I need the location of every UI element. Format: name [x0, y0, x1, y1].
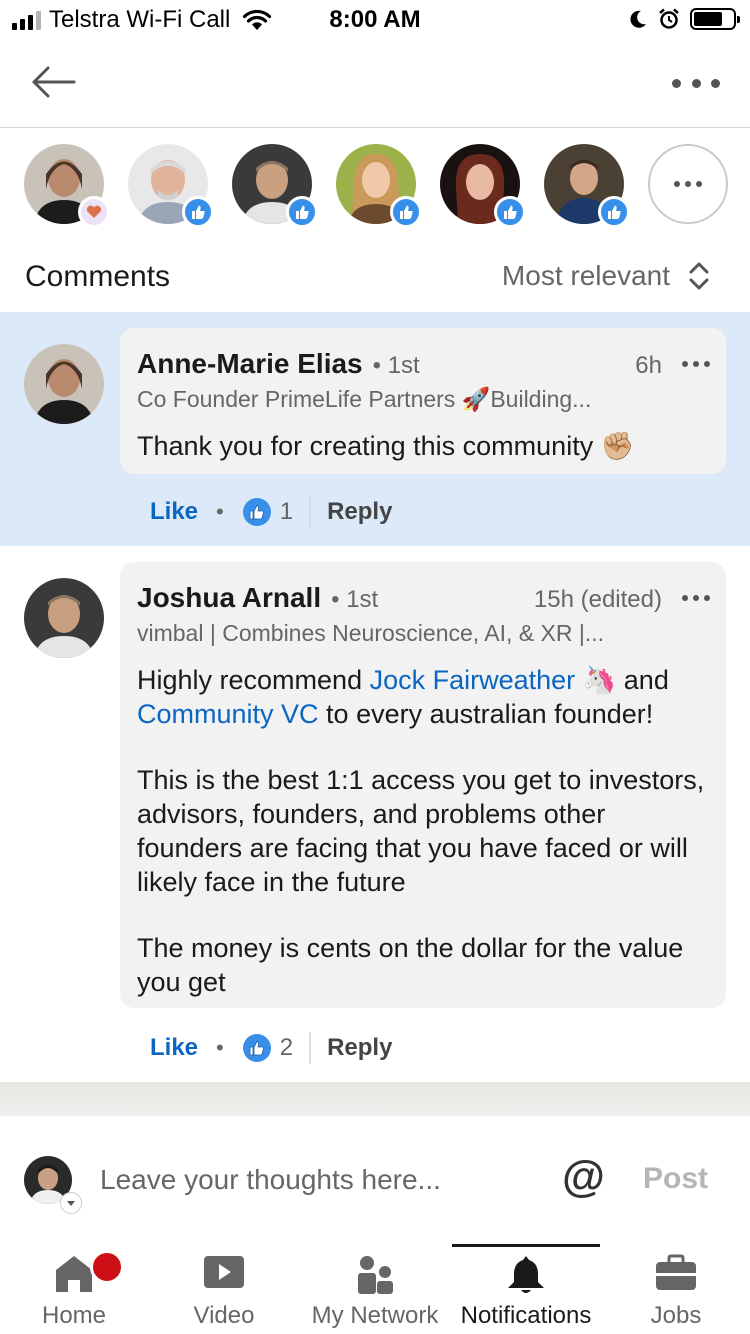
like-count: 2: [279, 1034, 294, 1061]
tab-label: Notifications: [460, 1302, 592, 1329]
love-icon: [78, 196, 110, 228]
comment-actions: Like • 1 Reply: [150, 492, 392, 532]
reactor-avatar[interactable]: [232, 144, 318, 228]
more-reactions-button[interactable]: [648, 144, 728, 224]
comment-item: Anne-Marie Elias • 1st 6h Co Founder Pri…: [0, 312, 750, 546]
tab-label: Video: [193, 1302, 255, 1329]
comment-time: 15h (edited): [533, 586, 662, 613]
comment-author[interactable]: Joshua Arnall: [137, 582, 321, 614]
home-icon: [56, 1256, 92, 1292]
network-icon: [358, 1256, 393, 1294]
reactor-avatar[interactable]: [128, 144, 214, 228]
avatar[interactable]: [24, 578, 104, 658]
more-options-button[interactable]: [672, 68, 720, 98]
comment-header: Joshua Arnall • 1st 15h (edited): [137, 582, 710, 614]
comment-time: 6h: [635, 352, 662, 379]
sort-label: Most relevant: [501, 260, 670, 291]
connection-degree: • 1st: [372, 352, 420, 379]
status-right: [628, 8, 740, 30]
tab-label: My Network: [311, 1302, 439, 1329]
text-segment: to every australian founder!: [318, 699, 654, 729]
tab-video[interactable]: Video: [150, 1238, 298, 1334]
like-icon: [598, 196, 630, 228]
mention-link[interactable]: Community VC: [137, 699, 319, 729]
like-icon: [182, 196, 214, 228]
video-icon: [204, 1256, 244, 1288]
comment-bubble: Anne-Marie Elias • 1st 6h Co Founder Pri…: [120, 328, 726, 474]
like-icon: [286, 196, 318, 228]
back-button[interactable]: [30, 60, 80, 104]
bottom-tab-bar: Home Video My Network Notifications Jobs: [0, 1238, 750, 1334]
status-bar: Telstra Wi-Fi Call 8:00 AM: [0, 0, 750, 40]
bell-icon: [508, 1256, 544, 1293]
top-navigation: [0, 40, 750, 128]
notification-badge: [90, 1250, 124, 1284]
tab-label: Jobs: [650, 1302, 702, 1329]
avatar[interactable]: [24, 344, 104, 424]
comment-options-button[interactable]: [682, 595, 710, 601]
identity-switch-button[interactable]: [60, 1192, 82, 1214]
reactor-avatar[interactable]: [440, 144, 526, 228]
author-headline: vimbal | Combines Neuroscience, AI, & XR…: [137, 620, 605, 646]
tab-my-network[interactable]: My Network: [300, 1238, 450, 1334]
action-divider: [309, 496, 312, 528]
action-divider: [309, 1032, 312, 1064]
alarm-icon: [659, 8, 679, 29]
briefcase-icon: [656, 1254, 696, 1290]
like-count: 1: [279, 498, 294, 525]
tab-notifications[interactable]: Notifications: [452, 1238, 600, 1334]
connection-degree: • 1st: [331, 586, 379, 613]
comment-actions: Like • 2 Reply: [150, 1028, 392, 1068]
separator-dot: •: [216, 499, 224, 524]
comment-paragraph: The money is cents on the dollar for the…: [137, 933, 684, 997]
like-reaction-icon: [242, 1034, 271, 1062]
tab-jobs[interactable]: Jobs: [602, 1238, 750, 1334]
comment-paragraph: This is the best 1:1 access you get to i…: [137, 765, 705, 897]
comment-text: Highly recommend Jock Fairweather 🦄 and C…: [137, 663, 710, 999]
comment-compose-bar: @ Post: [0, 1116, 750, 1238]
comment-paragraph: Highly recommend Jock Fairweather 🦄 and C…: [137, 663, 710, 731]
like-button[interactable]: Like: [150, 1034, 198, 1062]
mention-link[interactable]: Jock Fairweather: [370, 665, 576, 695]
sort-chevrons-icon: [689, 262, 709, 290]
battery-icon: [690, 8, 740, 30]
reply-button[interactable]: Reply: [327, 498, 392, 526]
comments-title: Comments: [25, 260, 171, 293]
sort-dropdown[interactable]: Most relevant: [502, 260, 710, 292]
comments-header: Comments Most relevant: [0, 240, 750, 312]
text-segment: 🦄 and: [575, 665, 669, 695]
comment-bubble: Joshua Arnall • 1st 15h (edited) vimbal …: [120, 562, 726, 1008]
reactor-avatar[interactable]: [544, 144, 630, 228]
reactions-row: [24, 144, 734, 228]
text-segment: Highly recommend: [137, 665, 370, 695]
comment-text: Thank you for creating this community ✊🏼: [137, 431, 635, 461]
like-icon: [390, 196, 422, 228]
comment-header: Anne-Marie Elias • 1st 6h: [137, 348, 710, 380]
post-button[interactable]: Post: [643, 1162, 708, 1196]
reply-button[interactable]: Reply: [327, 1034, 392, 1062]
author-headline: Co Founder PrimeLife Partners 🚀Building.…: [137, 386, 592, 412]
reactor-avatar[interactable]: [24, 144, 110, 228]
reactor-avatar[interactable]: [336, 144, 422, 228]
tab-label: Home: [41, 1302, 107, 1329]
comment-item: Joshua Arnall • 1st 15h (edited) vimbal …: [0, 546, 750, 1082]
mention-button[interactable]: @: [562, 1152, 605, 1202]
comment-options-button[interactable]: [682, 361, 710, 367]
moon-icon: [630, 10, 646, 28]
caret-down-icon: [67, 1200, 75, 1206]
comment-author[interactable]: Anne-Marie Elias: [137, 348, 363, 380]
separator-dot: •: [216, 1035, 224, 1060]
section-divider: [0, 1082, 750, 1116]
arrow-left-icon: [32, 66, 76, 98]
like-icon: [494, 196, 526, 228]
like-button[interactable]: Like: [150, 498, 198, 526]
like-reaction-icon: [242, 498, 271, 526]
tab-home[interactable]: Home: [0, 1238, 148, 1334]
comment-input[interactable]: [100, 1160, 540, 1200]
